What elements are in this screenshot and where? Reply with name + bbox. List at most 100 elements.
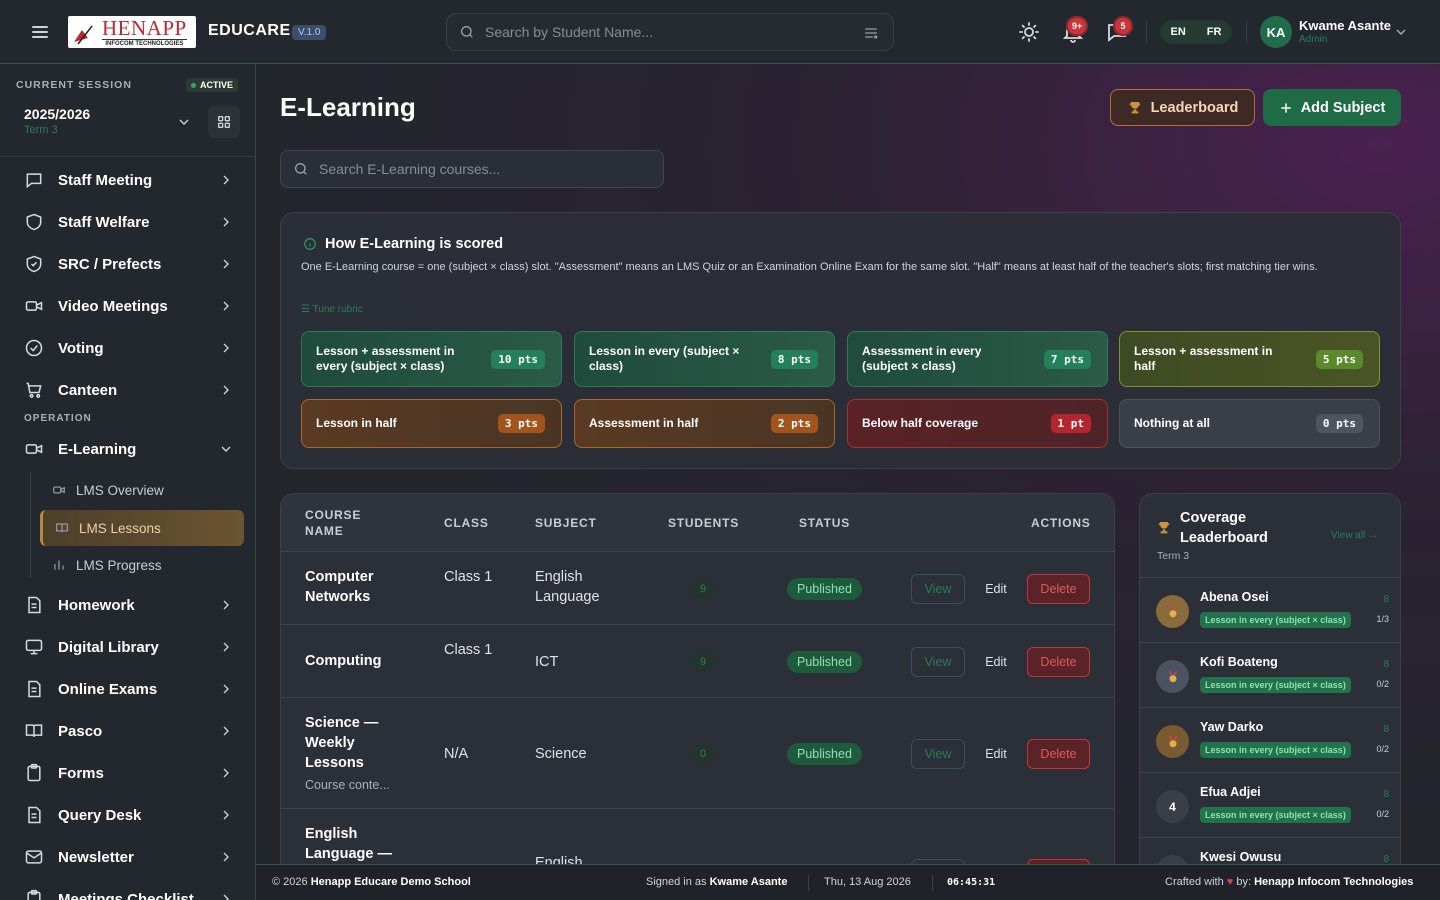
sidebar-item-label: Canteen — [58, 381, 118, 399]
course-search-input[interactable]: Search E-Learning courses... — [280, 150, 664, 188]
lang-en-option[interactable]: EN — [1171, 26, 1186, 38]
lang-fr-option[interactable]: FR — [1207, 26, 1222, 38]
leaderboard-title: Coverage Leaderboard — [1180, 510, 1268, 546]
leaderboard-button[interactable]: Leaderboard — [1110, 89, 1255, 126]
leaderboard-button-label: Leaderboard — [1150, 99, 1239, 116]
session-chevron-down-icon[interactable] — [176, 114, 192, 130]
edit-button[interactable]: Edit — [976, 574, 1016, 604]
col-course-name[interactable]: COURSE NAME — [305, 507, 375, 539]
sidebar-item-voting[interactable]: Voting — [16, 331, 244, 365]
sidebar-item-staff-welfare[interactable]: Staff Welfare — [16, 205, 244, 239]
user-avatar[interactable]: KA — [1260, 16, 1292, 48]
col-class[interactable]: CLASS — [444, 515, 489, 531]
col-students[interactable]: STUDENTS — [668, 515, 739, 531]
tier-badge: Lesson in every (subject × class) — [1200, 612, 1351, 628]
sidebar-item-homework[interactable]: Homework — [16, 588, 244, 622]
sidebar-item-canteen[interactable]: Canteen — [16, 373, 244, 407]
signed-in-prefix: Signed in as — [646, 876, 707, 888]
header-divider — [1146, 20, 1147, 44]
course-name[interactable]: English Language — — [305, 824, 405, 864]
leaderboard-entry[interactable]: 4 Efua Adjei 8 Lesson in every (subject × c… — [1140, 772, 1400, 837]
theme-toggle-sun-icon[interactable] — [1017, 20, 1041, 44]
sidebar-item-video-meetings[interactable]: Video Meetings — [16, 289, 244, 323]
col-status[interactable]: STATUS — [799, 515, 850, 531]
monitor-icon — [24, 637, 44, 657]
delete-button[interactable]: Delete — [1027, 739, 1090, 769]
sidebar-item-query-desk[interactable]: Query Desk — [16, 798, 244, 832]
leaderboard-entry[interactable]: Abena Osei 8 Lesson in every (subject × cl… — [1140, 577, 1400, 642]
sidebar-item-digital-library[interactable]: Digital Library — [16, 630, 244, 664]
henapp-logo[interactable]: HENAPP INFOCOM TECHNOLOGIES — [68, 16, 196, 48]
delete-button[interactable]: Delete — [1027, 574, 1090, 604]
sidebar-item-e-learning[interactable]: E-Learning — [16, 432, 244, 466]
table-row[interactable]: Computer Networks Class 1 English Language… — [281, 552, 1114, 625]
sidebar: CURRENT SESSION ACTIVE 2025/2026 Term 3 … — [0, 64, 256, 900]
score-tier-points: 1 pt — [1050, 414, 1091, 433]
teacher-name: Abena Osei — [1200, 590, 1269, 604]
teacher-points: 8 — [1383, 854, 1389, 864]
table-row[interactable]: English Language —EnglishViewDelete — [281, 809, 1114, 864]
user-name[interactable]: Kwame Asante — [1299, 18, 1391, 33]
edit-button[interactable]: Edit — [976, 739, 1016, 769]
chevron-right-icon — [218, 807, 234, 823]
crafted-by: by: — [1236, 876, 1252, 888]
sidebar-subitem-lms-progress[interactable]: LMS Progress — [40, 547, 244, 583]
heart-icon: ♥ — [1226, 876, 1234, 888]
sidebar-item-newsletter[interactable]: Newsletter — [16, 840, 244, 874]
sidebar-item-pasco[interactable]: Pasco — [16, 714, 244, 748]
leaderboard-entry[interactable]: 5 Kwesi Owusu 8 — [1140, 837, 1400, 864]
students-count-badge: 9 — [691, 653, 715, 671]
add-subject-button[interactable]: Add Subject — [1263, 89, 1401, 126]
session-grid-icon[interactable] — [208, 106, 240, 138]
students-count-badge: 0 — [691, 745, 715, 763]
sidebar-item-staff-meeting[interactable]: Staff Meeting — [16, 163, 244, 197]
view-button[interactable]: View — [911, 647, 965, 677]
sidebar-item-label: Digital Library — [58, 638, 159, 656]
sidebar-subitem-lms-overview[interactable]: LMS Overview — [40, 472, 244, 508]
sidebar-subitem-lms-lessons[interactable]: LMS Lessons — [40, 510, 244, 546]
language-switcher[interactable]: EN FR — [1160, 20, 1232, 44]
teacher-points: 8 — [1383, 659, 1389, 670]
company-name[interactable]: Henapp Infocom Technologies — [1254, 876, 1413, 888]
view-button[interactable]: View — [911, 574, 965, 604]
sidebar-item-forms[interactable]: Forms — [16, 756, 244, 790]
coverage-fraction: 0/2 — [1376, 809, 1389, 819]
filter-icon[interactable] — [863, 25, 879, 41]
sidebar-subitem-label: LMS Lessons — [79, 520, 161, 536]
leaderboard-entry[interactable]: Yaw Darko 8 Lesson in every (subject × cla… — [1140, 707, 1400, 772]
hamburger-menu-icon[interactable] — [28, 20, 52, 44]
score-tier-points: 3 pts — [497, 414, 545, 433]
logo-subtext: INFOCOM TECHNOLOGIES — [105, 40, 184, 47]
check-circle-icon — [24, 338, 44, 358]
course-name[interactable]: Computing — [305, 651, 405, 671]
view-button[interactable]: View — [911, 739, 965, 769]
chevron-right-icon — [218, 891, 234, 900]
coverage-fraction: 1/3 — [1376, 614, 1389, 624]
session-label: CURRENT SESSION — [16, 79, 132, 91]
session-panel: CURRENT SESSION ACTIVE 2025/2026 Term 3 — [0, 64, 255, 157]
score-tier-points: 2 pts — [770, 414, 818, 433]
leaderboard-entry[interactable]: Kofi Boateng 8 Lesson in every (subject × … — [1140, 642, 1400, 707]
rank-medal-icon — [1156, 595, 1189, 628]
chevron-right-icon — [218, 340, 234, 356]
chevron-right-icon — [218, 214, 234, 230]
sidebar-item-online-exams[interactable]: Online Exams — [16, 672, 244, 706]
chevron-right-icon — [218, 256, 234, 272]
table-row[interactable]: Computing Class 1 ICT 9 Published View Edit Del… — [281, 625, 1114, 698]
sidebar-item-meetings-checklist[interactable]: Meetings Checklist — [16, 882, 244, 900]
sidebar-item-src-prefects[interactable]: SRC / Prefects — [16, 247, 244, 281]
session-year[interactable]: 2025/2026 — [24, 106, 90, 122]
user-menu-chevron-down-icon[interactable] — [1393, 24, 1409, 40]
sidebar-item-label: Newsletter — [58, 848, 134, 866]
leaderboard-view-all-link[interactable]: View all → — [1331, 530, 1378, 541]
logo-text: HENAPP — [102, 16, 187, 40]
sidebar-item-label: Video Meetings — [58, 297, 168, 315]
table-row[interactable]: Science — Weekly Lessons Course conte... N… — [281, 698, 1114, 809]
student-search-input[interactable]: Search by Student Name... — [446, 13, 894, 51]
delete-button[interactable]: Delete — [1027, 647, 1090, 677]
course-name[interactable]: Computer Networks — [305, 567, 405, 607]
course-name[interactable]: Science — Weekly Lessons — [305, 713, 405, 773]
col-subject[interactable]: SUBJECT — [535, 515, 597, 531]
edit-button[interactable]: Edit — [976, 647, 1016, 677]
tune-rubric-link[interactable]: ☰ Tune rubric — [301, 304, 363, 315]
